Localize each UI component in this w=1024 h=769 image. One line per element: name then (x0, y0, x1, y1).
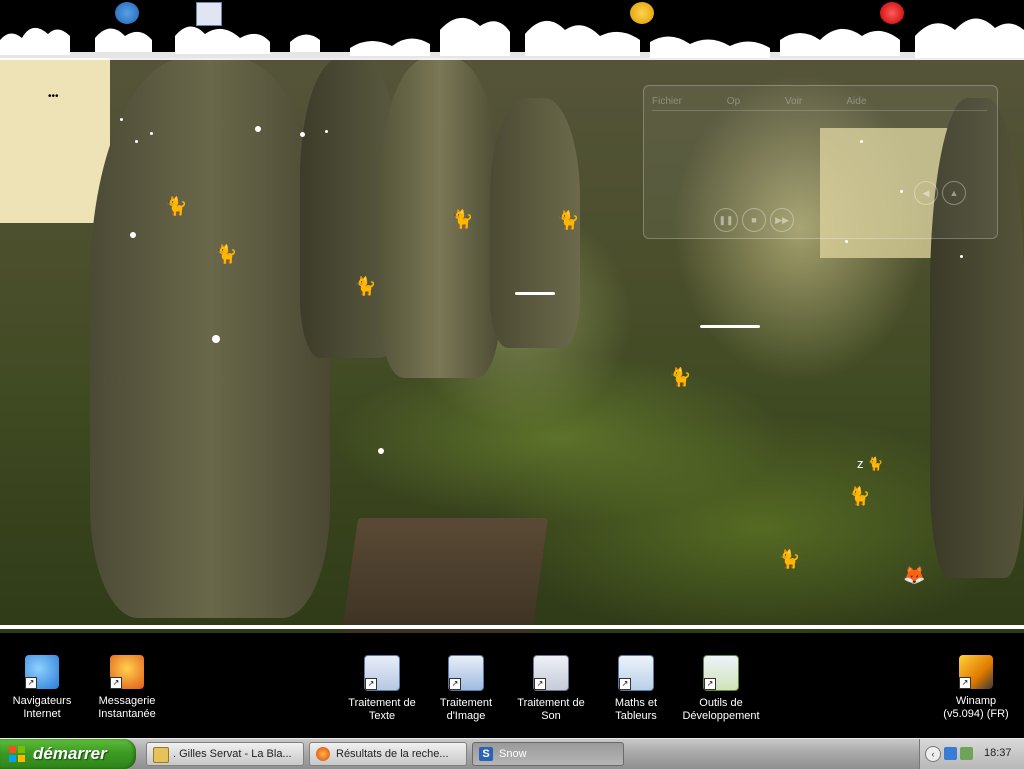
ghost-menu-item: Voir (784, 96, 803, 107)
desktop-icon-maths[interactable]: ↗ Maths et Tableurs (591, 655, 681, 723)
desktop-icon-navigateurs[interactable]: ↗ Navigateurs Internet (0, 655, 87, 721)
snowflake (325, 130, 328, 133)
winamp-icon: ↗ (959, 655, 993, 689)
browsers-icon: ↗ (25, 655, 59, 689)
taskbar-button-label: . Gilles Servat - La Bla... (173, 748, 292, 760)
desktop-icon-dev[interactable]: ↗ Outils de Développement (676, 655, 766, 723)
snowflake (135, 140, 138, 143)
taskbar-button-firefox[interactable]: Résultats de la reche... (309, 742, 467, 766)
snow-layer (0, 17, 1024, 60)
dev-tools-document-icon: ↗ (703, 655, 739, 691)
fox-sprite: 🦊 (903, 565, 926, 585)
prev-icon: ◀ (914, 181, 938, 205)
clock[interactable]: 18:37 (984, 747, 1012, 759)
pause-icon: ❚❚ (714, 208, 738, 232)
snowflake (860, 140, 863, 143)
cat-sprite: 🐈 (778, 549, 801, 569)
shortcut-arrow-icon: ↗ (619, 678, 631, 690)
cat-sprite: 🐈 (557, 210, 580, 230)
sleeping-cat-sprite: z 🐈 (857, 456, 884, 471)
desktop-icon-label: Messagerie Instantanée (98, 695, 156, 720)
tray-expand-button[interactable]: ‹ (925, 746, 941, 762)
desktop-icon-label: Outils de Développement (682, 697, 760, 722)
folder-icon (153, 747, 169, 763)
desktop-icon-label: Traitement de Texte (348, 697, 416, 722)
shortcut-arrow-icon: ↗ (110, 677, 122, 689)
taskbar-button-snow[interactable]: S Snow (472, 742, 624, 766)
desktop-icon-label: Traitement d'Image (439, 697, 493, 722)
document-icon[interactable] (196, 2, 222, 26)
shortcut-arrow-icon: ↗ (959, 677, 971, 689)
ghost-player-menu: Fichier Op Voir Aide (652, 96, 987, 111)
desktop-icon-texte[interactable]: ↗ Traitement de Texte (337, 655, 427, 723)
shortcut-arrow-icon: ↗ (25, 677, 37, 689)
star-icon[interactable] (630, 2, 654, 24)
red-app-icon[interactable] (880, 2, 904, 24)
snow-ground-line (0, 625, 1024, 629)
stop-icon: ■ (742, 208, 766, 232)
snowflake (900, 190, 903, 193)
desktop-icon-label: Maths et Tableurs (614, 697, 658, 722)
taskbar: démarrer . Gilles Servat - La Bla... Rés… (0, 738, 1024, 769)
ghost-media-player: Fichier Op Voir Aide ❚❚ ■ ▶▶ ◀ ▲ (643, 85, 998, 239)
firefox-icon (316, 747, 330, 761)
globe-icon[interactable] (115, 2, 139, 24)
sound-document-icon: ↗ (533, 655, 569, 691)
cat-sprite: 🐈 (848, 486, 871, 506)
wallpaper-sky-patch (0, 58, 110, 223)
windows-logo-icon (9, 746, 25, 762)
snowflake (212, 335, 220, 343)
start-button[interactable]: démarrer (0, 739, 136, 769)
messenger-icon: ↗ (110, 655, 144, 689)
system-tray: ‹ 18:37 (919, 739, 1024, 769)
taskbar-button-folder[interactable]: . Gilles Servat - La Bla... (146, 742, 304, 766)
shortcut-arrow-icon: ↗ (365, 678, 377, 690)
desktop-icon-label: Traitement de Son (517, 697, 585, 722)
start-label: démarrer (33, 744, 107, 763)
snowflake (378, 448, 384, 454)
snow-ledge (515, 292, 555, 295)
desktop: Fichier Op Voir Aide ❚❚ ■ ▶▶ ◀ ▲ Image 🐈… (0, 0, 1024, 738)
snowflake (300, 132, 305, 137)
desktop-icon-messagerie[interactable]: ↗ Messagerie Instantanée (82, 655, 172, 721)
desktop-icon-winamp[interactable]: ↗ Winamp (v5.094) (FR) (931, 655, 1021, 721)
cat-sprite: 🐈 (354, 276, 377, 296)
snowflake (255, 126, 261, 132)
tree-trunk (380, 58, 500, 378)
tray-app-icon[interactable] (960, 747, 973, 760)
snowflake (150, 132, 153, 135)
cat-sprite: 🐈 (215, 244, 238, 264)
tree-trunk (90, 58, 330, 618)
desktop-icon-image[interactable]: ↗ Traitement d'Image (421, 655, 511, 723)
shortcut-arrow-icon: ↗ (534, 678, 546, 690)
next-icon: ▶▶ (770, 208, 794, 232)
paw-prints-icon: ••• (48, 91, 59, 102)
snowflake (845, 240, 848, 243)
snowflake (130, 232, 136, 238)
ghost-menu-item: Op (726, 96, 741, 107)
cat-sprite: 🐈 (669, 367, 692, 387)
taskbar-button-label: Snow (499, 748, 527, 760)
image-document-icon: ↗ (448, 655, 484, 691)
snow-ledge (700, 325, 760, 328)
cat-sprite: 🐈 (165, 196, 188, 216)
eject-icon: ▲ (942, 181, 966, 205)
snowflake (120, 118, 123, 121)
snowflake (960, 255, 963, 258)
wooden-bridge (341, 518, 549, 633)
ghost-menu-item: Fichier (652, 96, 683, 107)
cat-sprite: 🐈 (451, 209, 474, 229)
desktop-icon-label: Navigateurs Internet (12, 695, 72, 720)
desktop-icon-son[interactable]: ↗ Traitement de Son (506, 655, 596, 723)
shortcut-arrow-icon: ↗ (449, 678, 461, 690)
top-icon-label: Image (447, 39, 475, 50)
taskbar-button-label: Résultats de la reche... (336, 748, 449, 760)
network-icon[interactable] (944, 747, 957, 760)
snow-app-icon: S (479, 747, 493, 761)
text-document-icon: ↗ (364, 655, 400, 691)
magnifier-document-icon: ↗ (618, 655, 654, 691)
shortcut-arrow-icon: ↗ (704, 678, 716, 690)
desktop-icon-label: Winamp (v5.094) (FR) (943, 695, 1009, 720)
ghost-menu-item: Aide (846, 96, 867, 107)
